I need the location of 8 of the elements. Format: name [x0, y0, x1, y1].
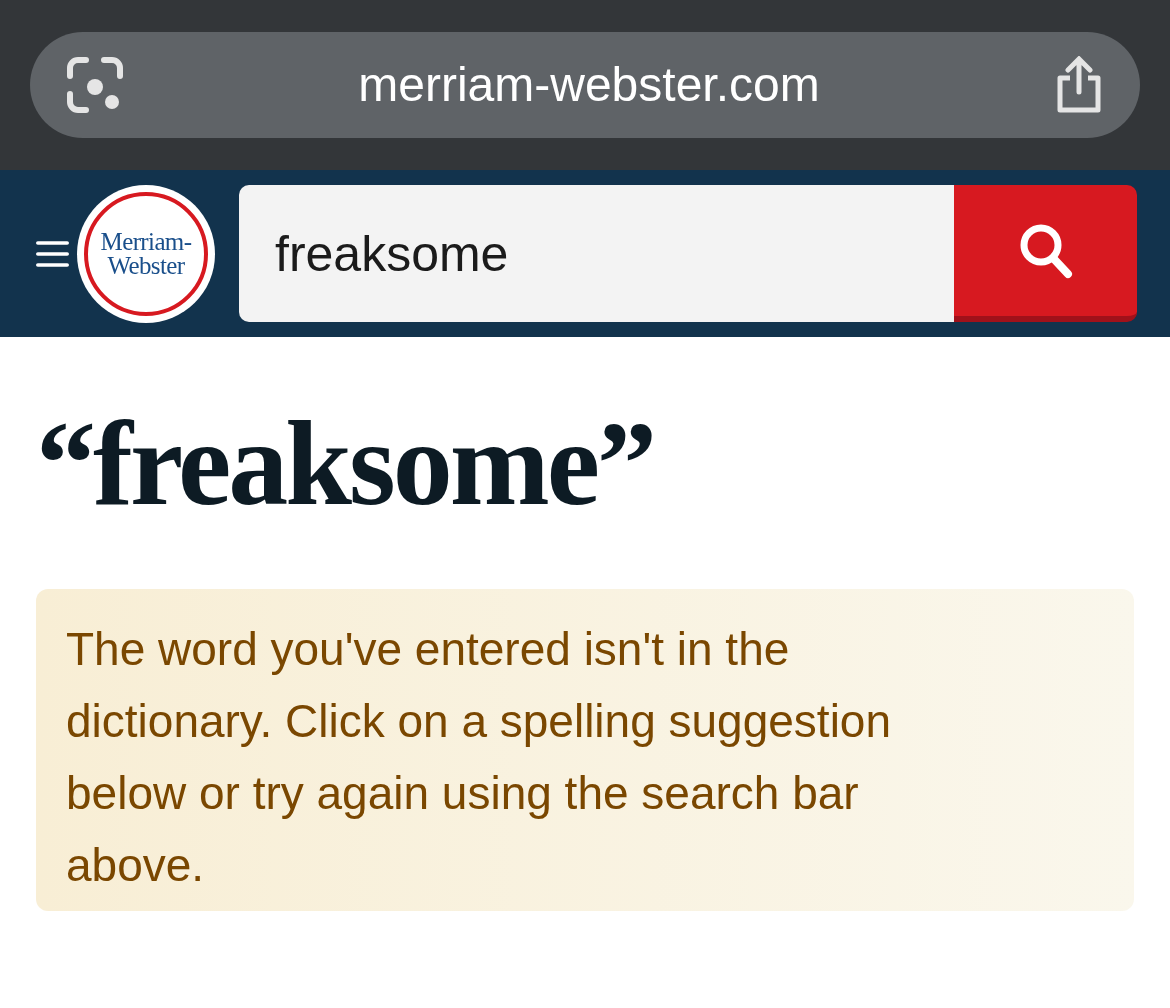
search-button[interactable] — [954, 185, 1137, 322]
notice-text: The word you've entered isn't in the dictionary. Click on a spelling suggestion below or try again using the search bar above. — [66, 622, 893, 893]
url-text[interactable]: merriam-webster.com — [358, 49, 820, 121]
address-bar[interactable]: merriam-webster.com — [30, 32, 1140, 138]
camera-icon[interactable] — [66, 56, 124, 114]
search-field[interactable]: freaksome — [239, 185, 954, 322]
logo[interactable]: Merriam-Webster — [77, 184, 215, 323]
page-heading: “freaksome” — [36, 399, 655, 529]
